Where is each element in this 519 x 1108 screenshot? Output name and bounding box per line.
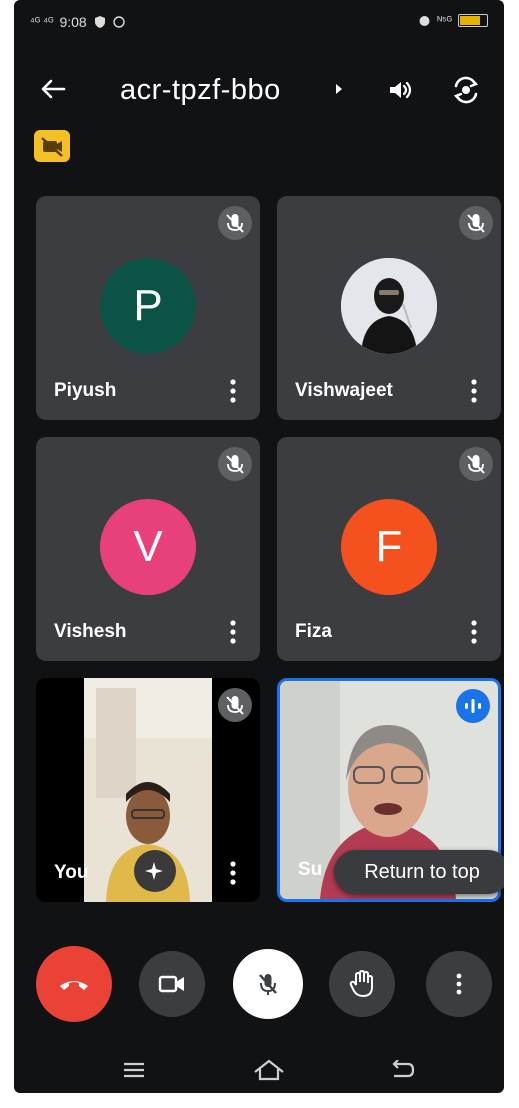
- more-options-icon[interactable]: [469, 619, 479, 645]
- system-navigation-bar: [14, 1050, 504, 1093]
- shield-icon: [94, 16, 105, 28]
- participant-name: Piyush: [54, 380, 117, 401]
- back-icon[interactable]: [390, 1060, 416, 1080]
- participant-tile-piyush[interactable]: P Piyush: [36, 196, 260, 420]
- network-label: ᴺ⁵ᴳ: [437, 14, 452, 27]
- effects-button[interactable]: [134, 850, 176, 892]
- call-controls: [14, 946, 504, 1026]
- more-vert-icon: [456, 973, 462, 995]
- participant-tile-vishwajeet[interactable]: Vishwajeet: [277, 196, 501, 420]
- camera-toggle-button[interactable]: [139, 951, 205, 1017]
- participant-tile-self[interactable]: You: [36, 678, 260, 902]
- mic-off-icon: [218, 688, 252, 722]
- hang-up-icon: [60, 981, 88, 990]
- clock: 9:08: [59, 14, 87, 30]
- meeting-header: acr-tpzf-bbo: [14, 62, 504, 118]
- raise-hand-button[interactable]: [329, 951, 395, 1017]
- more-options-icon[interactable]: [228, 619, 238, 645]
- participant-name: Vishesh: [54, 621, 127, 642]
- whatsapp-icon: [112, 16, 125, 28]
- end-call-button[interactable]: [36, 946, 112, 1022]
- battery-icon: [458, 14, 488, 27]
- more-options-icon[interactable]: [228, 860, 238, 886]
- more-options-icon[interactable]: [469, 378, 479, 404]
- camera-off-icon: [41, 137, 63, 157]
- status-left: ⁴ᴳ ⁴ᴳ 9:08: [30, 14, 125, 30]
- camera-off-badge[interactable]: [34, 130, 70, 162]
- speaking-indicator: [456, 689, 490, 723]
- back-arrow-icon[interactable]: [38, 74, 68, 104]
- mic-off-icon: [218, 447, 252, 481]
- mic-toggle-button[interactable]: [233, 949, 303, 1019]
- participant-tile-vishesh[interactable]: V Vishesh: [36, 437, 260, 661]
- speaker-icon[interactable]: [386, 76, 414, 104]
- sparkle-icon: [145, 862, 163, 880]
- mic-off-icon: [459, 206, 493, 240]
- participant-name: Fiza: [295, 621, 332, 642]
- avatar: P: [100, 258, 196, 354]
- status-bar: ⁴ᴳ ⁴ᴳ 9:08 ᴺ⁵ᴳ: [14, 0, 504, 44]
- mic-off-icon: [218, 206, 252, 240]
- more-options-icon[interactable]: [228, 378, 238, 404]
- avatar: F: [341, 499, 437, 595]
- video-camera-icon: [158, 975, 184, 993]
- more-options-button[interactable]: [426, 951, 492, 1017]
- menu-icon[interactable]: [122, 1060, 146, 1080]
- meeting-code[interactable]: acr-tpzf-bbo: [120, 74, 281, 107]
- participant-name: Vishwajeet: [295, 380, 393, 401]
- avatar-photo: [341, 258, 437, 354]
- switch-camera-icon[interactable]: [450, 74, 482, 106]
- phone-screen: ⁴ᴳ ⁴ᴳ 9:08 ᴺ⁵ᴳ acr-tpzf-bbo P Piyush Vis…: [14, 0, 504, 1093]
- audio-wave-icon: [465, 699, 481, 713]
- participant-name: You: [54, 862, 89, 883]
- avatar: V: [100, 499, 196, 595]
- status-right: ᴺ⁵ᴳ: [418, 14, 488, 27]
- hand-icon: [349, 969, 373, 998]
- alarm-icon: [419, 16, 430, 26]
- return-to-top-button[interactable]: Return to top: [334, 850, 504, 894]
- home-icon[interactable]: [252, 1058, 286, 1082]
- caret-right-icon[interactable]: [334, 82, 344, 96]
- participant-name: Su: [298, 859, 323, 880]
- participant-tile-fiza[interactable]: F Fiza: [277, 437, 501, 661]
- mic-off-icon: [459, 447, 493, 481]
- mic-off-icon: [259, 974, 277, 995]
- signal-icons: ⁴ᴳ ⁴ᴳ: [30, 16, 54, 28]
